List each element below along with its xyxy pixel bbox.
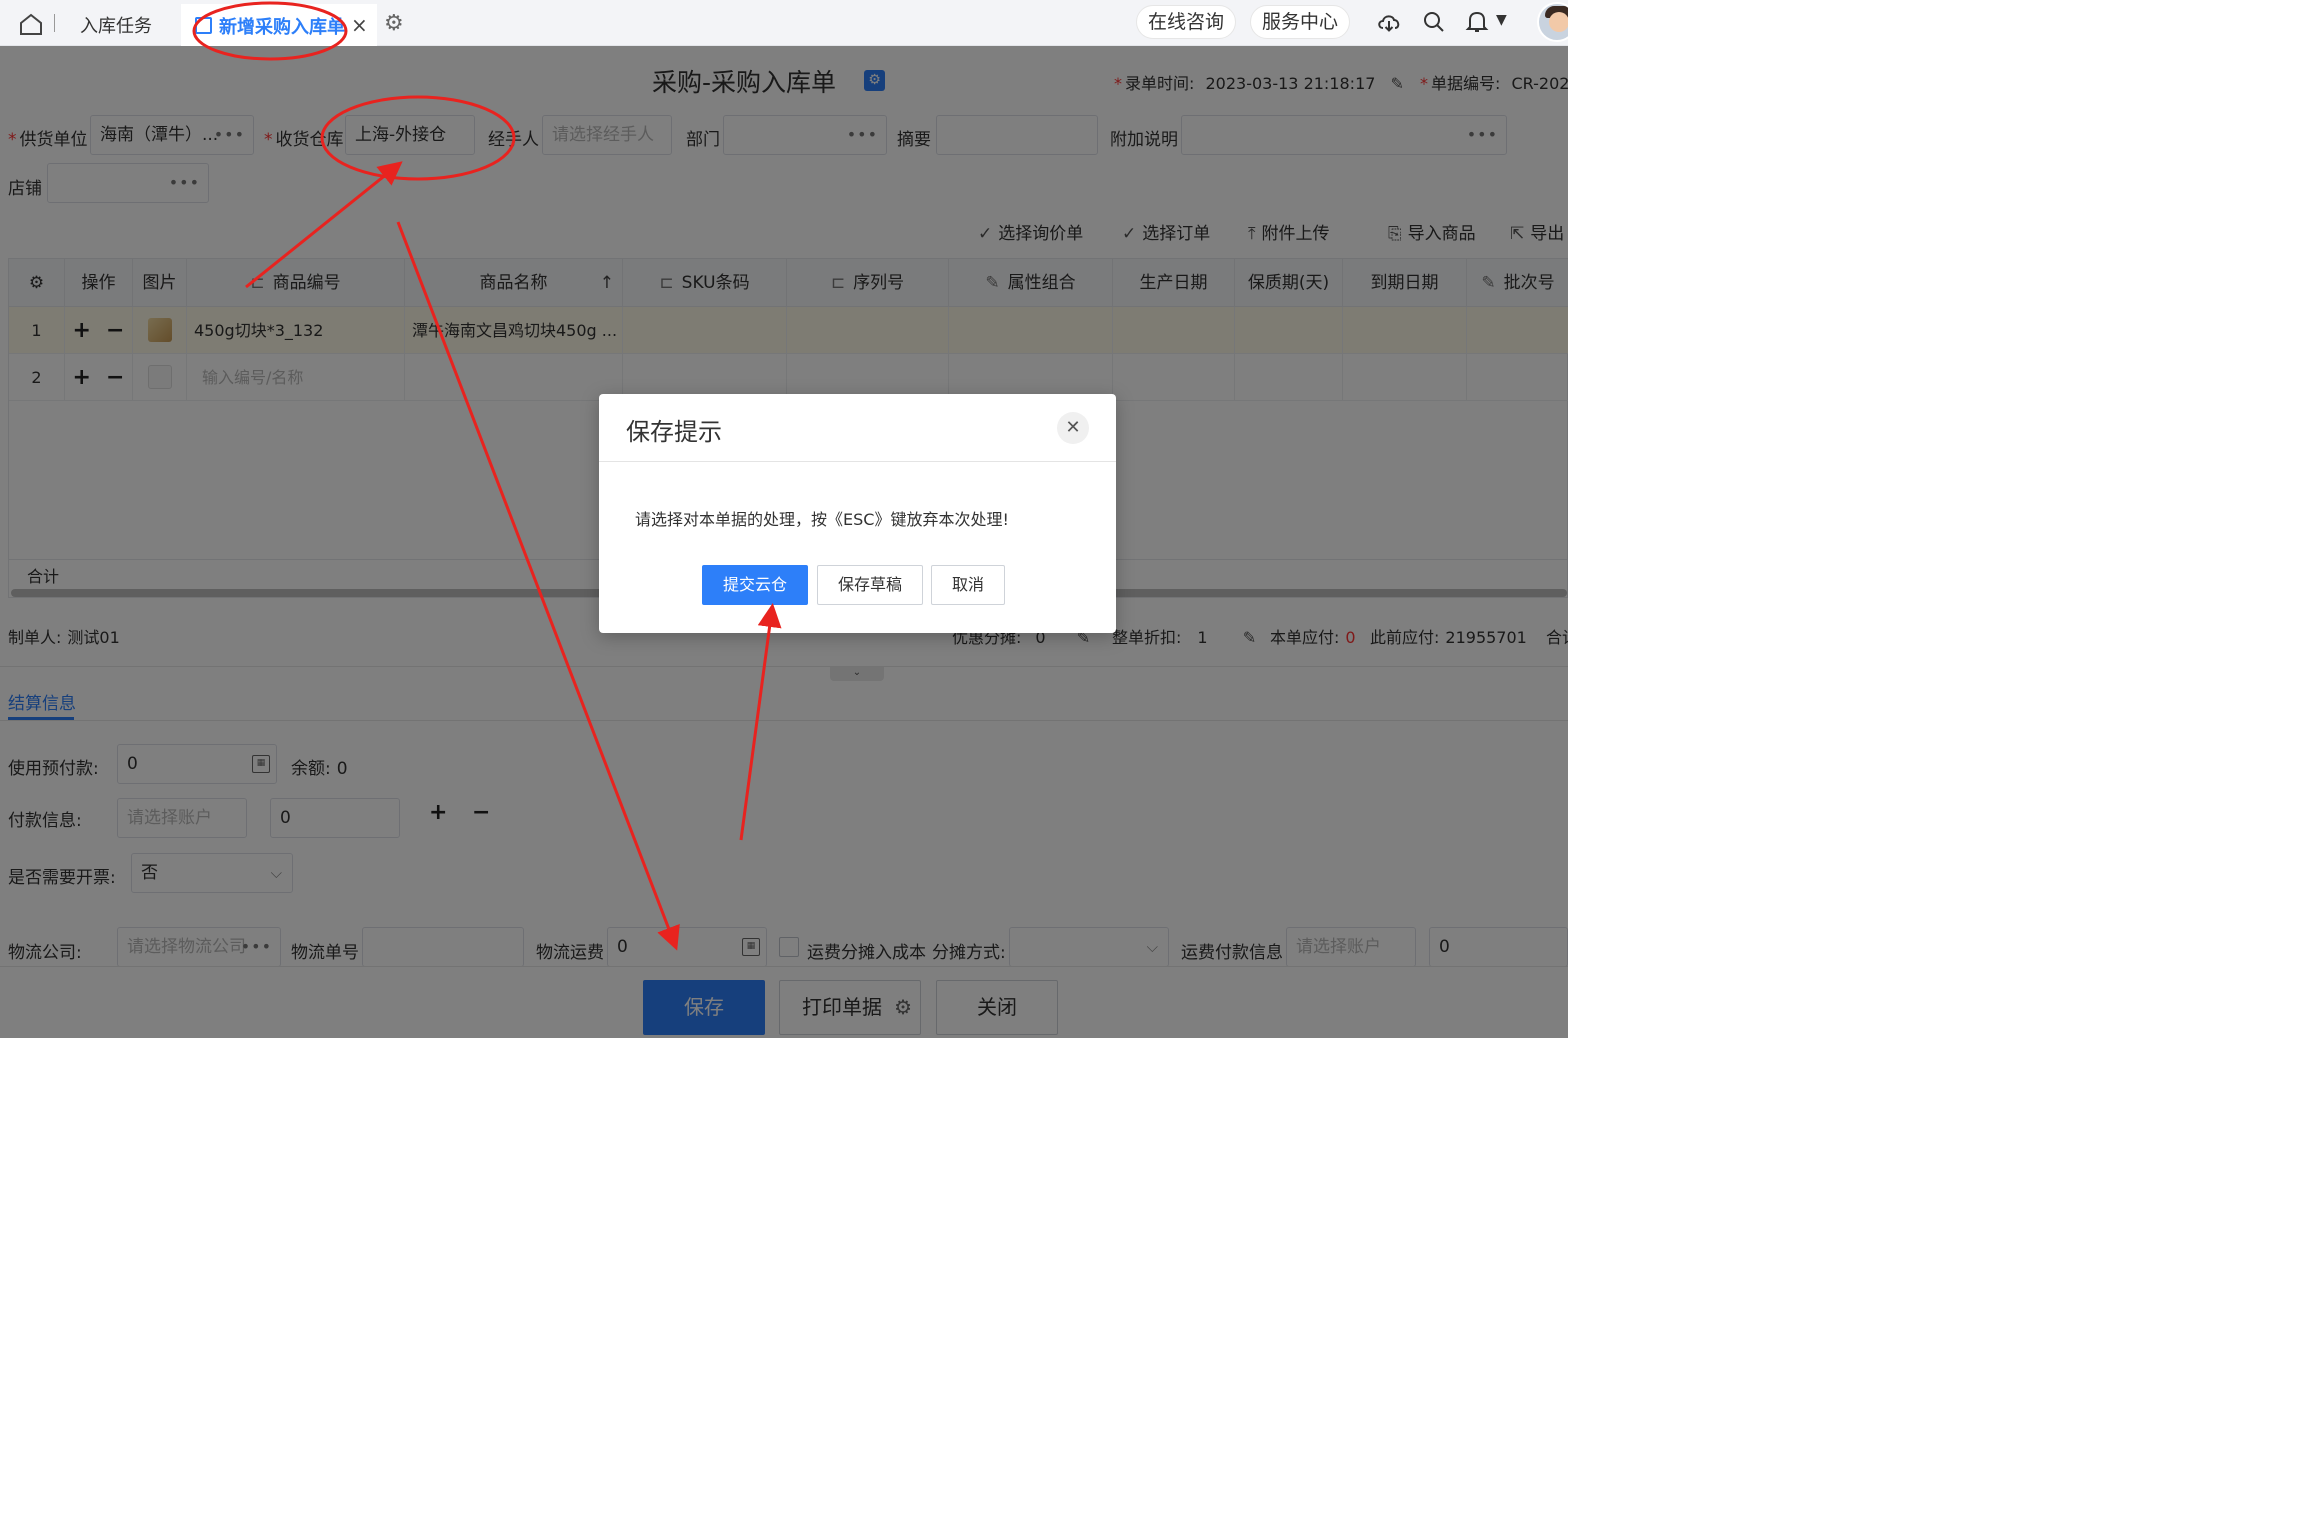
search-icon[interactable] xyxy=(1422,10,1446,34)
cloud-download-icon[interactable] xyxy=(1376,10,1402,34)
dialog-message: 请选择对本单据的处理，按《ESC》键放弃本次处理! xyxy=(635,510,1009,529)
service-center-button[interactable]: 服务中心 xyxy=(1250,5,1350,39)
dialog-title: 保存提示 xyxy=(626,418,722,446)
tab-label: 新增采购入库单 xyxy=(219,17,345,38)
gear-icon[interactable]: ⚙ xyxy=(384,11,404,36)
submit-cloud-warehouse-button[interactable]: 提交云仓 xyxy=(702,565,808,605)
document-edit-icon xyxy=(195,17,212,34)
tab-inbound-task[interactable]: 入库任务 xyxy=(80,12,152,38)
dropdown-caret-icon[interactable]: ▼ xyxy=(1496,12,1507,28)
save-draft-button[interactable]: 保存草稿 xyxy=(817,565,923,605)
online-consult-button[interactable]: 在线咨询 xyxy=(1136,5,1236,39)
save-prompt-dialog: 保存提示 ✕ 请选择对本单据的处理，按《ESC》键放弃本次处理! 提交云仓 保存… xyxy=(599,394,1116,633)
app-frame: 入库任务 新增采购入库单 × ⚙ 在线咨询 服务中心 ▼ 采购-采购入库单 ⚙ xyxy=(0,0,1568,1038)
cancel-button[interactable]: 取消 xyxy=(931,565,1005,605)
close-tab-icon[interactable]: × xyxy=(351,13,368,37)
user-avatar[interactable] xyxy=(1537,2,1568,42)
bell-icon[interactable] xyxy=(1465,9,1489,35)
close-icon[interactable]: ✕ xyxy=(1057,412,1089,444)
top-tab-bar: 入库任务 新增采购入库单 × ⚙ 在线咨询 服务中心 ▼ xyxy=(0,0,1568,46)
home-icon[interactable] xyxy=(18,12,44,36)
tab-new-purchase-inbound[interactable]: 新增采购入库单 × xyxy=(181,4,377,46)
tab-divider xyxy=(54,14,55,32)
